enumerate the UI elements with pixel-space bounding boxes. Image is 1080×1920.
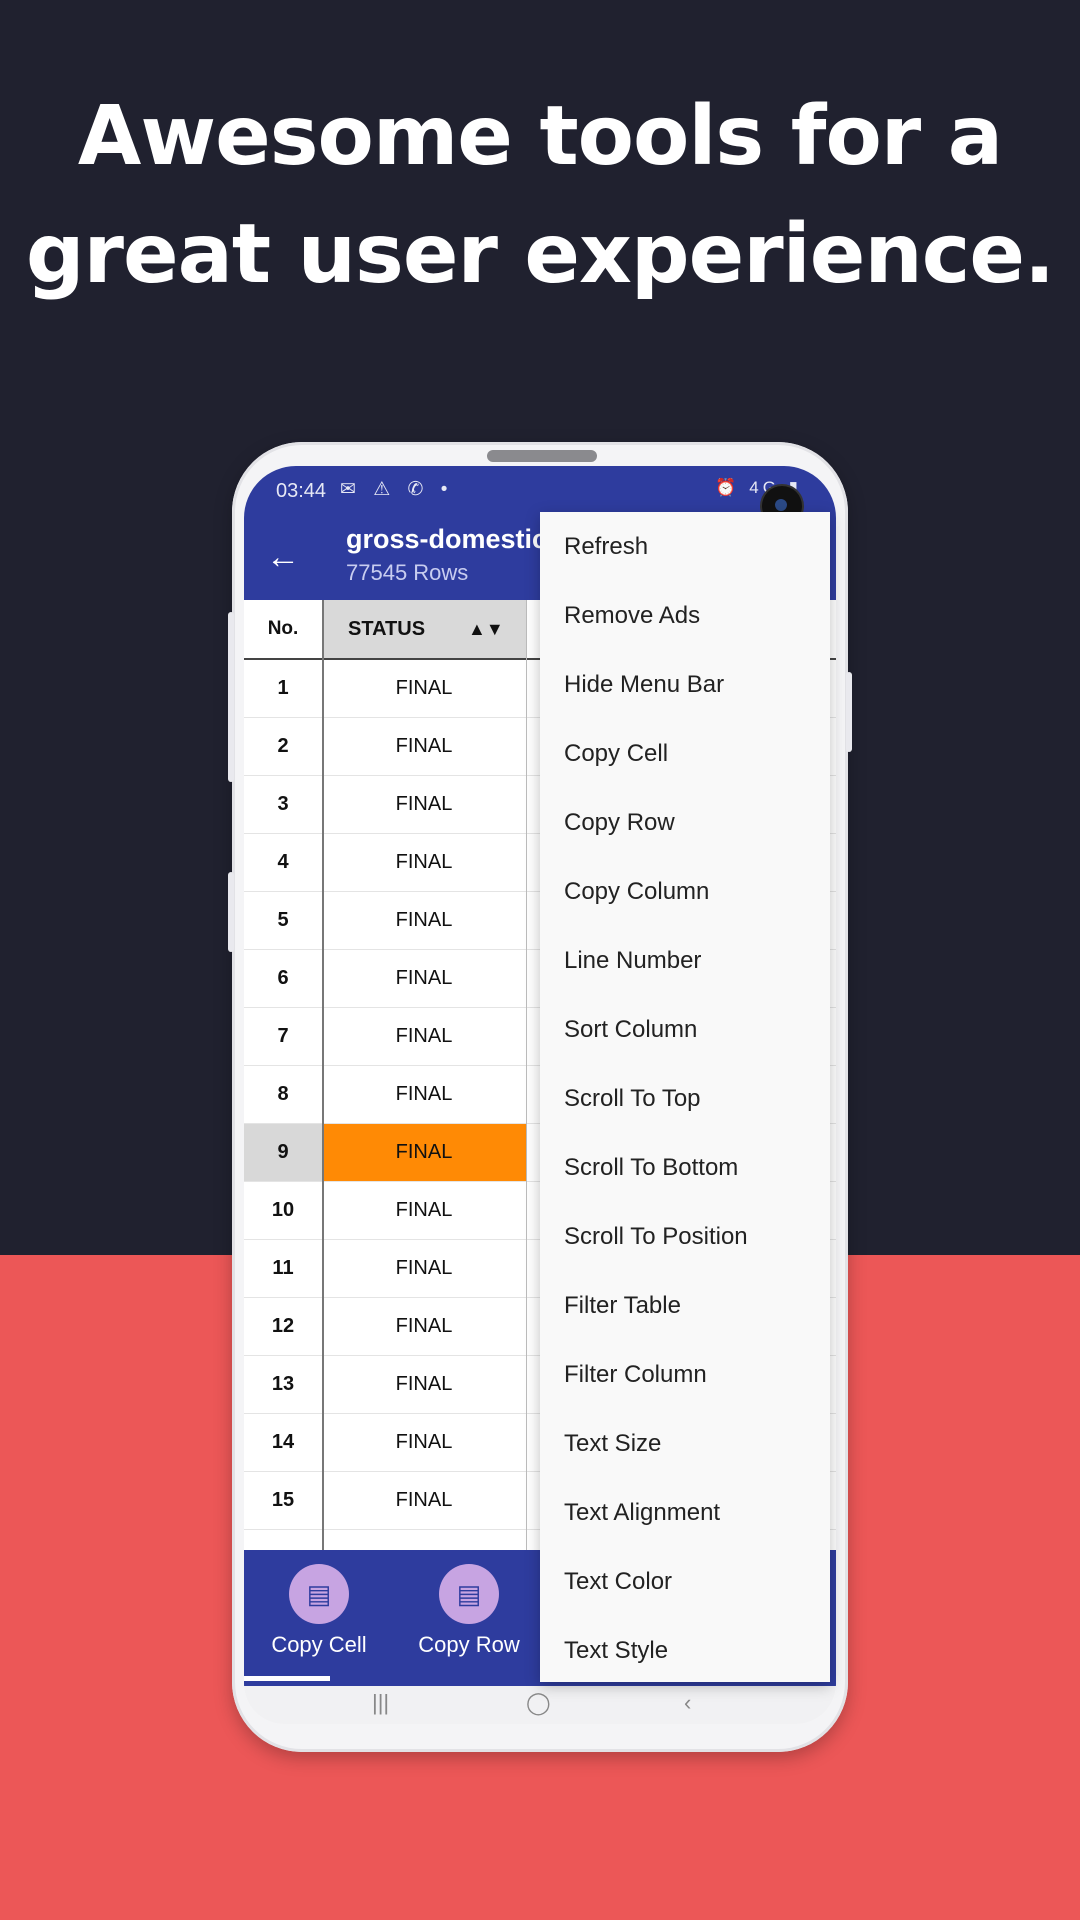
- row-number-cell[interactable]: 13: [244, 1356, 322, 1413]
- status-cell[interactable]: FINAL: [322, 1066, 526, 1123]
- column-divider: [526, 600, 527, 1550]
- home-icon[interactable]: ◯: [526, 1690, 551, 1716]
- menu-item[interactable]: Refresh: [540, 512, 830, 581]
- headline-line-1: Awesome tools for a: [77, 89, 1003, 184]
- copy-row-button[interactable]: ▤ Copy Row: [394, 1564, 544, 1658]
- status-bar: 03:44 ✉ ⚠ ✆ • ⏰ 4G ▮: [244, 466, 836, 516]
- row-count: 77545 Rows: [346, 560, 469, 585]
- phone-speaker: [487, 450, 597, 462]
- copy-cell-label: Copy Cell: [271, 1632, 367, 1657]
- row-number-cell[interactable]: 5: [244, 892, 322, 949]
- back-arrow-icon[interactable]: ←: [266, 540, 300, 574]
- menu-item[interactable]: Filter Table: [540, 1271, 830, 1340]
- row-number-cell[interactable]: 1: [244, 660, 322, 717]
- row-number-cell[interactable]: 15: [244, 1472, 322, 1529]
- menu-item[interactable]: Remove Ads: [540, 581, 830, 650]
- system-nav-bar: ||| ◯ ‹: [244, 1686, 836, 1724]
- menu-item[interactable]: Copy Row: [540, 788, 830, 857]
- menu-item[interactable]: Copy Column: [540, 857, 830, 926]
- status-cell[interactable]: FINAL: [322, 950, 526, 1007]
- row-number-cell[interactable]: 9: [244, 1124, 322, 1181]
- selected-tab-indicator: [244, 1676, 330, 1681]
- row-number-cell[interactable]: 7: [244, 1008, 322, 1065]
- menu-item[interactable]: Sort Column: [540, 995, 830, 1064]
- row-number-cell[interactable]: 4: [244, 834, 322, 891]
- column-header-label: STATUS: [348, 618, 426, 640]
- menu-item[interactable]: Line Number: [540, 926, 830, 995]
- row-number-cell[interactable]: 14: [244, 1414, 322, 1471]
- row-number-cell[interactable]: 6: [244, 950, 322, 1007]
- nav-back-icon[interactable]: ‹: [684, 1690, 691, 1716]
- row-number-cell[interactable]: 12: [244, 1298, 322, 1355]
- status-cell[interactable]: FINAL: [322, 1472, 526, 1529]
- column-divider: [322, 600, 324, 1550]
- sort-icon[interactable]: ▲▼: [468, 600, 504, 658]
- status-cell[interactable]: FINAL: [322, 1124, 526, 1181]
- copy-row-icon: ▤: [439, 1564, 499, 1624]
- row-number-cell[interactable]: 10: [244, 1182, 322, 1239]
- menu-item[interactable]: Copy Cell: [540, 719, 830, 788]
- copy-row-label: Copy Row: [418, 1632, 520, 1657]
- menu-item[interactable]: Filter Column: [540, 1340, 830, 1409]
- row-number-cell[interactable]: 3: [244, 776, 322, 833]
- menu-item[interactable]: Text Alignment: [540, 1478, 830, 1547]
- phone-side-button: [228, 612, 234, 782]
- status-cell[interactable]: FINAL: [322, 834, 526, 891]
- recents-icon[interactable]: |||: [372, 1690, 389, 1716]
- phone-side-button: [228, 872, 234, 952]
- column-header-no[interactable]: No.: [244, 600, 322, 658]
- status-cell[interactable]: FINAL: [322, 1298, 526, 1355]
- status-cell[interactable]: FINAL: [322, 1356, 526, 1413]
- file-title: gross-domestic: [346, 524, 548, 554]
- status-cell[interactable]: FINAL: [322, 1240, 526, 1297]
- menu-item[interactable]: Scroll To Top: [540, 1064, 830, 1133]
- overflow-menu: Refresh Remove Ads Hide Menu Bar Copy Cell C…: [540, 512, 830, 1682]
- headline: Awesome tools for a great user experienc…: [0, 78, 1080, 314]
- menu-item[interactable]: Text Size: [540, 1409, 830, 1478]
- menu-item[interactable]: Text Color: [540, 1547, 830, 1616]
- status-cell[interactable]: FINAL: [322, 892, 526, 949]
- status-cell[interactable]: FINAL: [322, 1414, 526, 1471]
- phone-side-button: [846, 672, 852, 752]
- copy-cell-button[interactable]: ▤ Copy Cell: [244, 1564, 394, 1658]
- status-time: 03:44: [276, 480, 327, 502]
- status-cell[interactable]: FINAL: [322, 660, 526, 717]
- status-cell[interactable]: FINAL: [322, 1182, 526, 1239]
- row-number-cell[interactable]: 8: [244, 1066, 322, 1123]
- menu-item[interactable]: Scroll To Bottom: [540, 1133, 830, 1202]
- notification-icons: ✉ ⚠ ✆ •: [340, 479, 454, 500]
- status-cell[interactable]: FINAL: [322, 718, 526, 775]
- row-number-cell[interactable]: 2: [244, 718, 322, 775]
- headline-line-2: great user experience.: [25, 207, 1055, 302]
- menu-item[interactable]: Text Style: [540, 1616, 830, 1682]
- menu-item[interactable]: Hide Menu Bar: [540, 650, 830, 719]
- column-header-status[interactable]: STATUS ▲▼: [322, 600, 526, 658]
- copy-cell-icon: ▤: [289, 1564, 349, 1624]
- row-number-cell[interactable]: 11: [244, 1240, 322, 1297]
- status-cell[interactable]: FINAL: [322, 1008, 526, 1065]
- status-cell[interactable]: FINAL: [322, 776, 526, 833]
- menu-item[interactable]: Scroll To Position: [540, 1202, 830, 1271]
